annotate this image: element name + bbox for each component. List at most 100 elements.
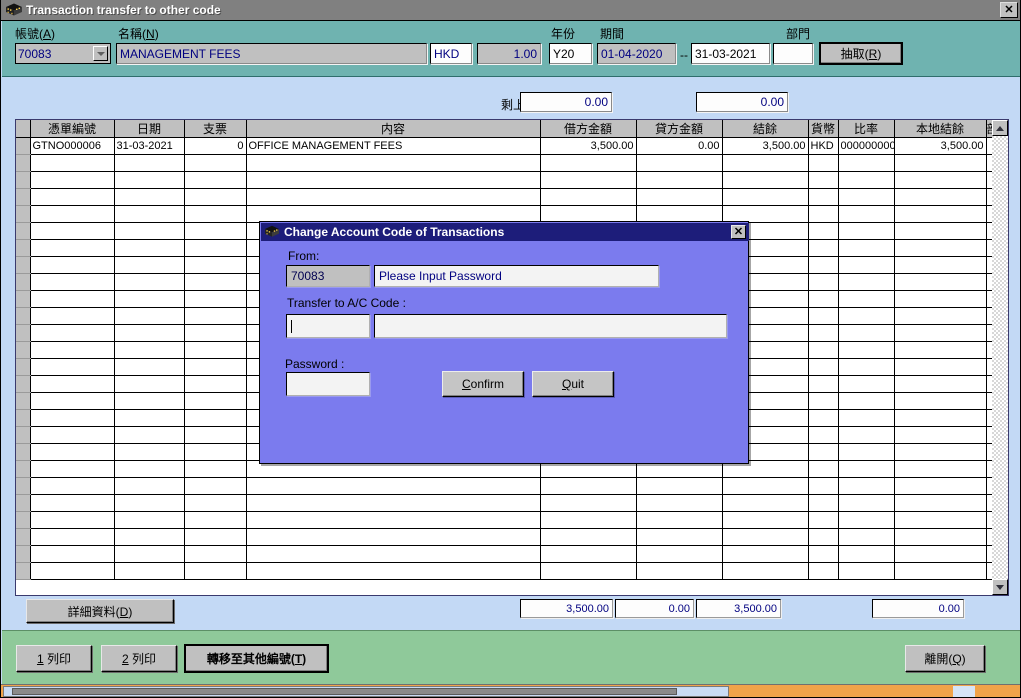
cell-currency[interactable]: HKD (808, 137, 839, 155)
cell-credit-amount[interactable] (636, 562, 723, 580)
cell-local-balance[interactable] (894, 511, 987, 529)
row-selector-cell[interactable] (16, 511, 31, 529)
column-header-debit-amount[interactable]: 借方金額 (540, 120, 637, 138)
cell-date[interactable] (114, 392, 185, 410)
window-horizontal-scrollbar[interactable] (1, 684, 1020, 697)
cell-rate[interactable] (838, 375, 895, 393)
row-selector-cell[interactable] (16, 171, 31, 189)
scrollbar-track[interactable] (992, 136, 1008, 579)
row-selector-cell[interactable] (16, 205, 31, 223)
cell-debit-amount[interactable] (540, 477, 637, 495)
cell-credit-amount[interactable] (636, 528, 723, 546)
row-selector-cell[interactable] (16, 528, 31, 546)
cell-currency[interactable] (808, 426, 839, 444)
cell-local-balance[interactable] (894, 375, 987, 393)
cell-voucher-no[interactable] (30, 392, 115, 410)
cell-cheque[interactable] (184, 307, 247, 325)
row-selector-cell[interactable] (16, 460, 31, 478)
cell-description[interactable] (246, 494, 541, 512)
cell-credit-amount[interactable] (636, 171, 723, 189)
cell-cheque[interactable] (184, 392, 247, 410)
cell-currency[interactable] (808, 273, 839, 291)
cell-voucher-no[interactable] (30, 324, 115, 342)
cell-credit-amount[interactable] (636, 205, 723, 223)
cell-cheque[interactable] (184, 528, 247, 546)
exit-button[interactable]: 離開(Q) (905, 645, 985, 672)
cell-description[interactable] (246, 171, 541, 189)
cell-local-balance[interactable] (894, 358, 987, 376)
row-selector-cell[interactable] (16, 239, 31, 257)
cell-rate[interactable] (838, 460, 895, 478)
cell-description[interactable] (246, 511, 541, 529)
cell-debit-amount[interactable] (540, 528, 637, 546)
cell-local-balance[interactable] (894, 477, 987, 495)
table-row[interactable] (16, 545, 1008, 563)
cell-local-balance[interactable] (894, 324, 987, 342)
cell-currency[interactable] (808, 511, 839, 529)
cell-currency[interactable] (808, 239, 839, 257)
cell-local-balance[interactable]: 3,500.00 (894, 137, 987, 155)
cell-cheque[interactable] (184, 358, 247, 376)
cell-rate[interactable] (838, 307, 895, 325)
cell-cheque[interactable] (184, 477, 247, 495)
cell-debit-amount[interactable] (540, 171, 637, 189)
cell-currency[interactable] (808, 460, 839, 478)
cell-description[interactable] (246, 477, 541, 495)
row-selector-cell[interactable] (16, 188, 31, 206)
cell-cheque[interactable] (184, 443, 247, 461)
cell-voucher-no[interactable] (30, 205, 115, 223)
cell-voucher-no[interactable] (30, 358, 115, 376)
cell-currency[interactable] (808, 477, 839, 495)
cell-local-balance[interactable] (894, 256, 987, 274)
cell-local-balance[interactable] (894, 494, 987, 512)
cell-debit-amount[interactable] (540, 511, 637, 529)
cell-voucher-no[interactable] (30, 154, 115, 172)
print2-button[interactable]: 2 列印 (101, 645, 177, 672)
cell-voucher-no[interactable] (30, 477, 115, 495)
cell-description[interactable] (246, 545, 541, 563)
cell-local-balance[interactable] (894, 460, 987, 478)
cell-cheque[interactable] (184, 154, 247, 172)
cell-local-balance[interactable] (894, 222, 987, 240)
cell-credit-amount[interactable] (636, 477, 723, 495)
column-header-date[interactable]: 日期 (114, 120, 185, 138)
cell-rate[interactable] (838, 409, 895, 427)
cell-balance[interactable] (722, 511, 809, 529)
cell-rate[interactable] (838, 290, 895, 308)
cell-voucher-no[interactable] (30, 341, 115, 359)
row-selector-cell[interactable] (16, 477, 31, 495)
column-header-balance[interactable]: 結餘 (722, 120, 809, 138)
dialog-close-button[interactable]: ✕ (731, 225, 746, 239)
cell-voucher-no[interactable] (30, 273, 115, 291)
cell-local-balance[interactable] (894, 392, 987, 410)
transfer-to-code-input[interactable] (286, 314, 370, 338)
cell-rate[interactable]: 000000000 (838, 137, 895, 155)
cell-date[interactable] (114, 477, 185, 495)
cell-voucher-no[interactable] (30, 460, 115, 478)
transfer-to-name-field[interactable] (374, 314, 727, 338)
row-selector-cell[interactable] (16, 290, 31, 308)
cell-debit-amount[interactable] (540, 545, 637, 563)
cell-description[interactable] (246, 528, 541, 546)
from-message-field[interactable]: Please Input Password (374, 265, 659, 287)
cell-description[interactable] (246, 188, 541, 206)
cell-voucher-no[interactable] (30, 375, 115, 393)
cell-date[interactable] (114, 256, 185, 274)
cell-local-balance[interactable] (894, 528, 987, 546)
cell-currency[interactable] (808, 409, 839, 427)
cell-local-balance[interactable] (894, 188, 987, 206)
cell-debit-amount[interactable] (540, 205, 637, 223)
cell-currency[interactable] (808, 545, 839, 563)
cell-rate[interactable] (838, 528, 895, 546)
row-selector-cell[interactable] (16, 562, 31, 580)
cell-date[interactable] (114, 188, 185, 206)
remaining-right-input[interactable]: 0.00 (696, 92, 788, 112)
cell-date[interactable] (114, 273, 185, 291)
cell-rate[interactable] (838, 273, 895, 291)
cell-voucher-no[interactable] (30, 528, 115, 546)
cell-rate[interactable] (838, 171, 895, 189)
grid-vertical-scrollbar[interactable] (992, 120, 1008, 595)
period-from-input[interactable]: 01-04-2020 (597, 43, 676, 64)
cell-rate[interactable] (838, 205, 895, 223)
department-input[interactable] (773, 43, 813, 64)
